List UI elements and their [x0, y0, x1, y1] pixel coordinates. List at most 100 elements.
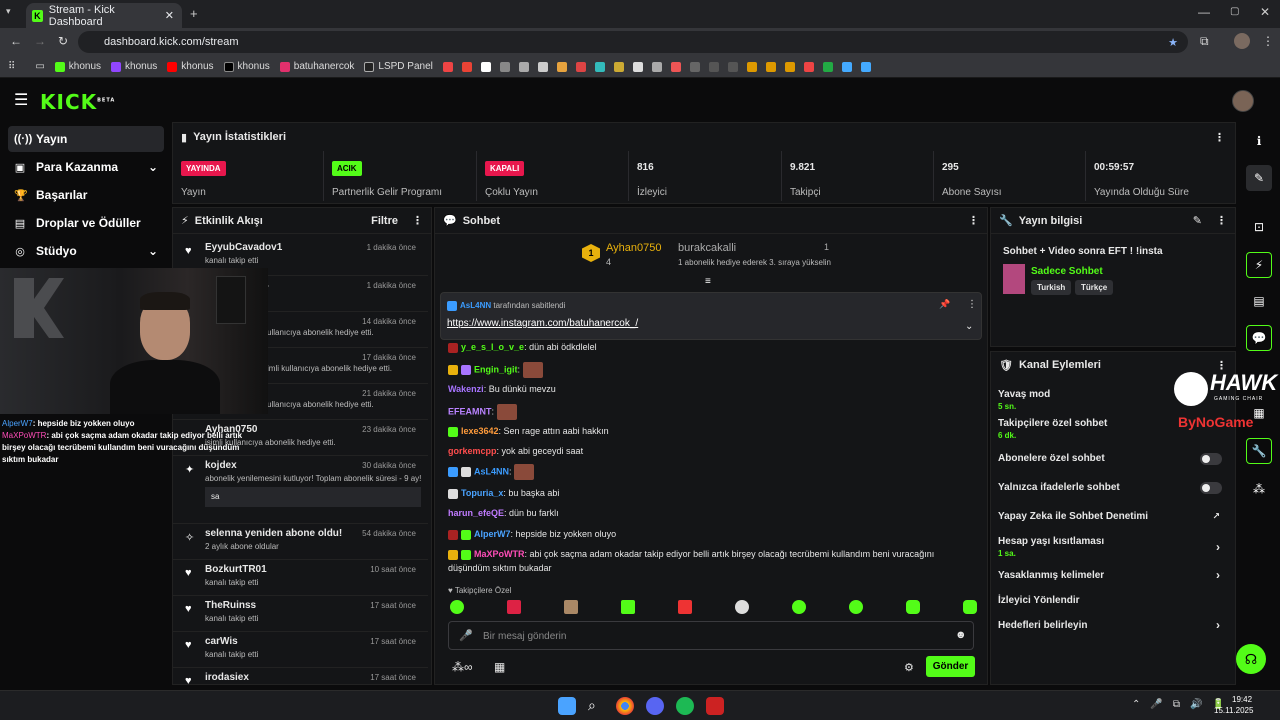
hamburger-menu-icon[interactable]: ☰ [14, 90, 28, 110]
document-icon[interactable]: ▤ [1246, 288, 1272, 314]
discord-icon[interactable] [646, 697, 664, 715]
emote-button[interactable] [678, 600, 692, 614]
bookmark-instagram[interactable]: batuhanercok [279, 61, 354, 72]
sidebar-item-yayin[interactable]: ((·)) Yayın [8, 126, 164, 152]
pencil-icon[interactable]: ✎ [1246, 165, 1272, 191]
filter-button[interactable]: Filtre [371, 215, 398, 227]
bolt-side-icon[interactable]: ⚡ [1246, 252, 1272, 278]
reload-icon[interactable]: ↻ [58, 34, 68, 48]
edit-icon[interactable]: ✎ [1193, 214, 1202, 227]
support-button[interactable]: ☊ [1236, 644, 1266, 674]
emote-button[interactable] [906, 600, 920, 614]
stats-more-icon[interactable]: ⋮ [1214, 131, 1225, 144]
heart-icon: ♥ [185, 675, 192, 685]
url-input[interactable]: dashboard.kick.com/stream ★ [78, 31, 1188, 53]
info-icon[interactable]: ℹ [1246, 128, 1272, 154]
subscribers-only-toggle[interactable] [1200, 453, 1222, 465]
action-subscribers-only[interactable]: Abonelere özel sohbet [998, 453, 1230, 465]
emote [522, 362, 543, 378]
broadcast-icon: ((·)) [14, 133, 33, 145]
chat-bubble-icon: 💬 [443, 215, 457, 227]
leader1-name[interactable]: Ayhan0750 [606, 242, 661, 254]
profile-avatar[interactable] [1234, 33, 1250, 49]
chat-settings-icon[interactable]: ⚙ [904, 661, 914, 674]
microphone-icon[interactable]: 🎤 [459, 629, 473, 642]
user-avatar[interactable] [1232, 90, 1254, 112]
send-button[interactable]: Gönder [926, 656, 975, 677]
emote-button[interactable] [792, 600, 806, 614]
store-icon[interactable]: ▦ [494, 660, 505, 674]
menu-icon[interactable]: ⋮ [1262, 34, 1274, 48]
emote-button[interactable] [507, 600, 521, 614]
wrench-side-icon[interactable]: 🔧 [1246, 438, 1272, 464]
bookmark-khonus-youtube[interactable]: khonus [167, 61, 214, 72]
action-emotes-only[interactable]: Yalnızca ifadelerle sohbet [998, 482, 1230, 494]
category-name[interactable]: Sadece Sohbet [1031, 266, 1103, 277]
overlay-chat-line: AlperW7: hepside biz yokken oluyo [2, 419, 135, 428]
spotify-icon[interactable] [676, 697, 694, 715]
apps-icon[interactable]: ⠿ [8, 61, 15, 72]
action-redirect-viewers[interactable]: İzleyici Yönlendir [998, 595, 1230, 606]
emote-button[interactable] [963, 600, 977, 614]
bookmark-khonus-kick[interactable]: khonus [54, 61, 101, 72]
chat-input-placeholder: Bir mesaj gönderin [483, 631, 567, 642]
new-tab-icon[interactable]: + [190, 6, 198, 21]
minimize-icon[interactable]: — [1198, 5, 1210, 19]
camera-icon[interactable]: ⊡ [1246, 214, 1272, 240]
tag[interactable]: Türkçe [1075, 280, 1114, 295]
stats-title: Yayın İstatistikleri [193, 131, 286, 143]
pinned-link[interactable]: https://www.instagram.com/batuhanercok_/ [447, 318, 638, 329]
windows-start-icon[interactable] [558, 697, 576, 715]
emote-button[interactable] [450, 600, 464, 614]
activity-more-icon[interactable]: ⋮ [412, 214, 423, 227]
sidebar-item-studyo[interactable]: ◎ Stüdyo ⌄ [8, 238, 164, 264]
sidebar-item-basarilar[interactable]: 🏆 Başarılar [8, 182, 164, 208]
bookmark-khonus-twitch[interactable]: khonus [111, 61, 157, 72]
chat-input[interactable]: 🎤 Bir mesaj gönderin ☻ [448, 621, 974, 650]
sidebar-item-droplar[interactable]: ▤ Droplar ve Ödüller [8, 210, 164, 236]
pin-icon[interactable]: 📌 [939, 299, 950, 310]
chrome-icon[interactable] [616, 697, 634, 715]
kick-logo[interactable]: KICKBETA [40, 90, 115, 114]
gift-sub-icon[interactable]: ⁂∞ [452, 660, 473, 674]
search-icon[interactable]: ⌕ [588, 697, 606, 715]
forward-icon[interactable]: → [34, 34, 46, 48]
browser-tab[interactable]: K Stream - Kick Dashboard ✕ [26, 3, 182, 28]
action-ai-moderation[interactable]: Yapay Zeka ile Sohbet Denetimi ↗ [998, 511, 1230, 522]
emote-button[interactable] [735, 600, 749, 614]
action-account-age[interactable]: Hesap yaşı kısıtlaması 1 sa. › [998, 536, 1230, 558]
bookmark-star-icon[interactable]: ★ [1168, 36, 1178, 49]
chat-more-icon[interactable]: ⋮ [968, 214, 979, 227]
back-icon[interactable]: ← [10, 34, 22, 48]
extensions-icon[interactable]: ⧉ [1200, 34, 1209, 49]
pinned-more-icon[interactable]: ⋮ [967, 299, 977, 310]
sidebar-item-para-kazanma[interactable]: ▣ Para Kazanma ⌄ [8, 154, 164, 180]
bookmark-icons-row[interactable] [442, 61, 871, 72]
action-set-goals[interactable]: Hedefleri belirleyin › [998, 618, 1230, 632]
emotes-only-toggle[interactable] [1200, 482, 1222, 494]
bookmark-khonus-x[interactable]: khonus [223, 61, 270, 72]
tag[interactable]: Turkish [1031, 280, 1072, 295]
users-icon[interactable]: ⁂ [1246, 476, 1272, 502]
chevron-down-icon: ⌄ [147, 244, 158, 258]
app-icon[interactable] [706, 697, 724, 715]
window-close-icon[interactable]: ✕ [1260, 5, 1270, 19]
chat-side-icon[interactable]: 💬 [1246, 325, 1272, 351]
folder-icon[interactable]: ▭ [35, 61, 44, 72]
action-banned-words[interactable]: Yasaklanmış kelimeler › [998, 568, 1230, 582]
close-tab-icon[interactable]: ✕ [165, 9, 174, 22]
kick-wall-logo [14, 278, 64, 338]
scroll-down-icon[interactable]: ≡ [705, 276, 711, 287]
emote-button[interactable] [849, 600, 863, 614]
info-more-icon[interactable]: ⋮ [1216, 214, 1227, 227]
leader2-name[interactable]: burakcakalli [678, 242, 736, 254]
chat-message: AlperW7: hepside biz yokken oluyo [448, 529, 616, 540]
emote-button[interactable] [621, 600, 635, 614]
emote-button[interactable] [564, 600, 578, 614]
bookmark-lspd-panel[interactable]: LSPD Panel [364, 61, 433, 72]
tab-search-icon[interactable]: ▾ [6, 6, 20, 20]
maximize-icon[interactable]: ▢ [1230, 6, 1239, 17]
emoji-icon[interactable]: ☻ [955, 629, 967, 641]
calendar-icon[interactable]: ▦ [1246, 400, 1272, 426]
expand-chevron-icon[interactable]: ⌄ [965, 321, 973, 332]
